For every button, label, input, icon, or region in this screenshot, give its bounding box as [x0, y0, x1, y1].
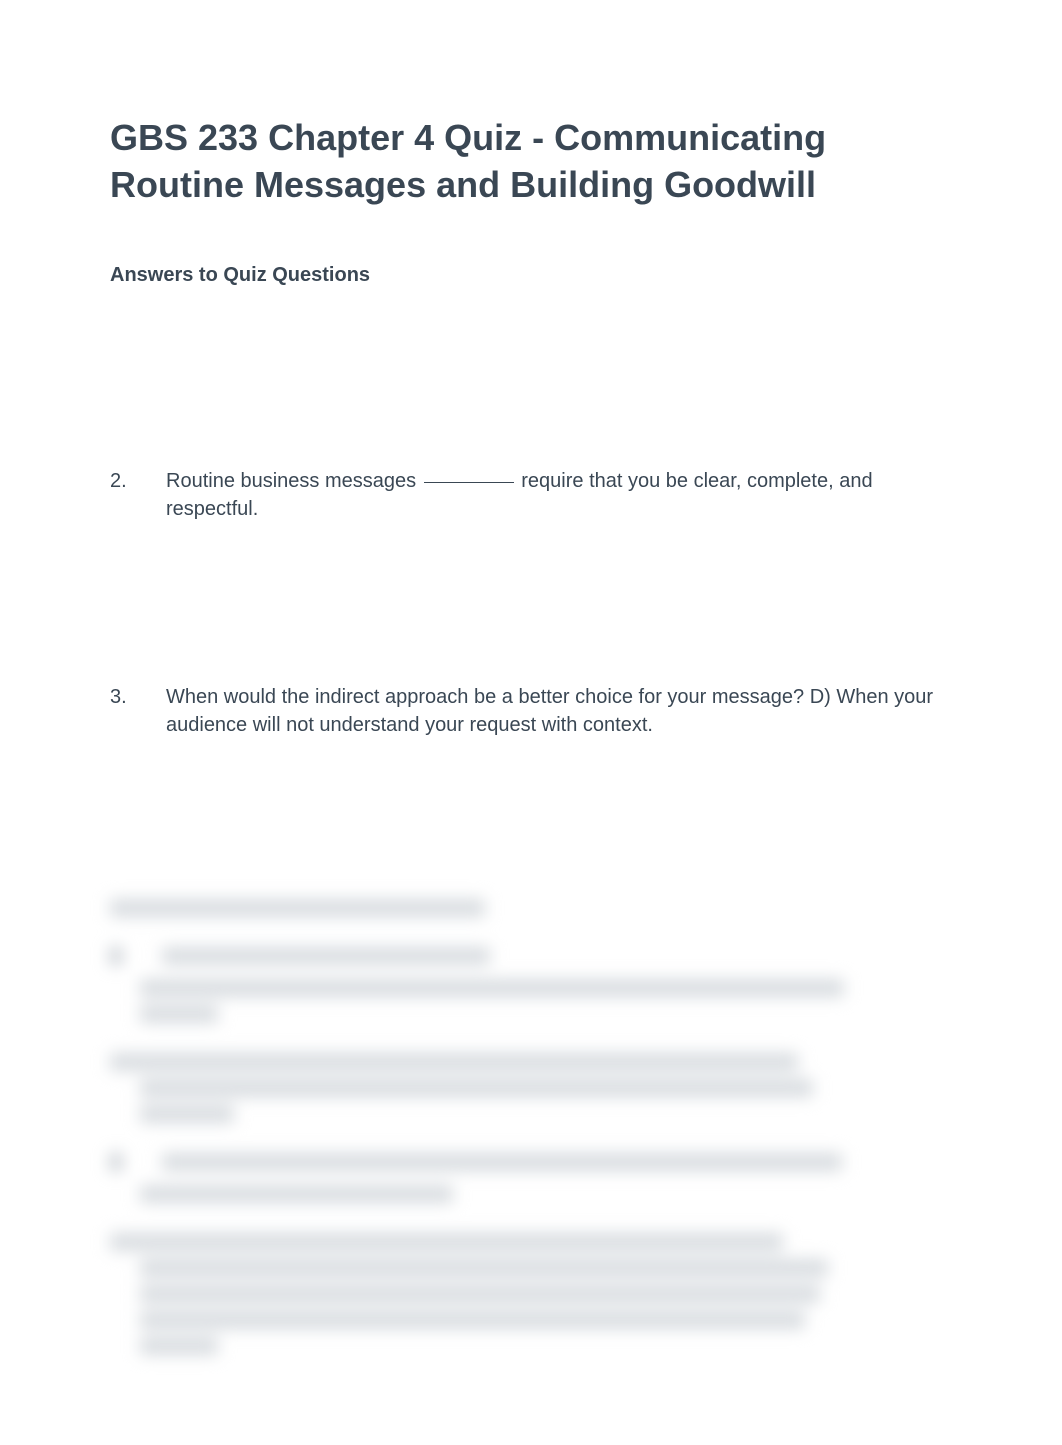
question-text: Routine business messages require that y…: [166, 467, 952, 523]
blur-overlay: [140, 899, 922, 1355]
question-number: 2.: [110, 467, 166, 523]
question-text-before: Routine business messages: [166, 470, 422, 492]
document-page: GBS 233 Chapter 4 Quiz - Communicating R…: [0, 0, 1062, 1445]
fill-blank: [424, 482, 514, 483]
page-title: GBS 233 Chapter 4 Quiz - Communicating R…: [110, 115, 952, 209]
section-subtitle: Answers to Quiz Questions: [110, 264, 952, 287]
blurred-content: [110, 899, 952, 1355]
question-item: 3. When would the indirect approach be a…: [110, 683, 952, 739]
question-text: When would the indirect approach be a be…: [166, 683, 952, 739]
question-number: 3.: [110, 683, 166, 739]
question-item: 2. Routine business messages require tha…: [110, 467, 952, 523]
